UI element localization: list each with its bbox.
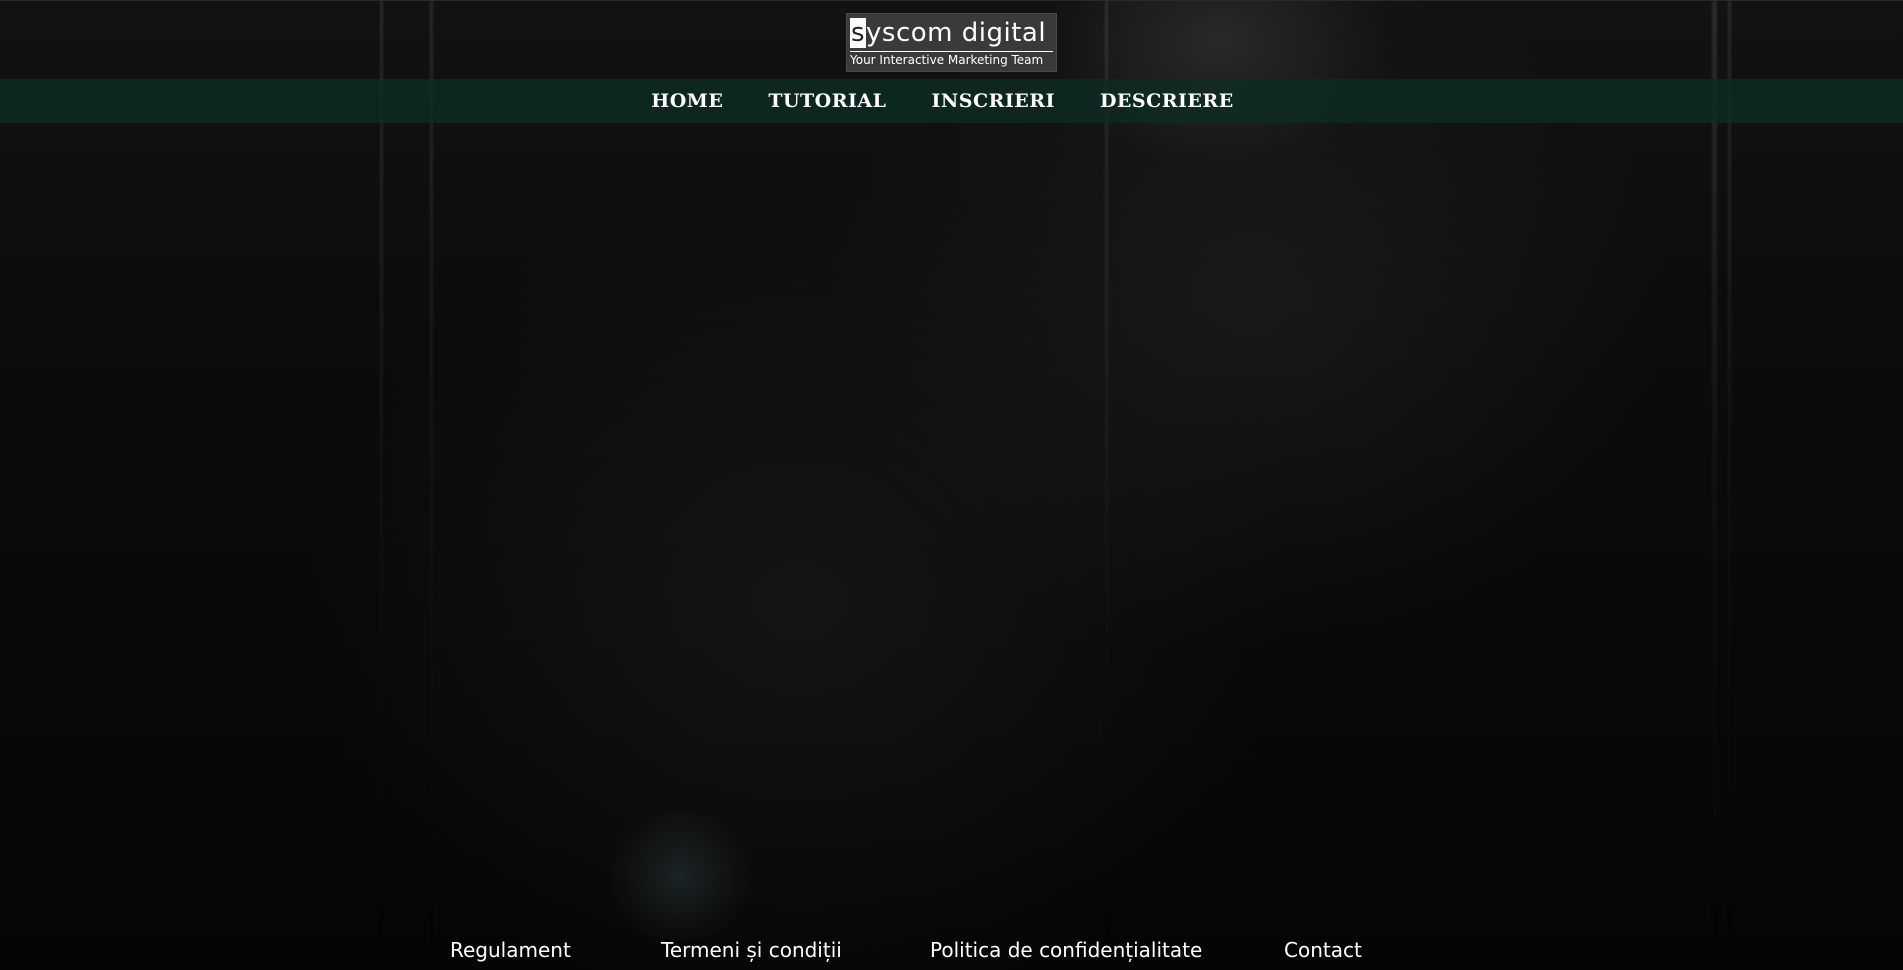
nav-item-tutorial[interactable]: TUTORIAL bbox=[768, 90, 886, 112]
nav-item-home[interactable]: HOME bbox=[651, 90, 723, 112]
logo-divider bbox=[850, 51, 1053, 52]
light-streak bbox=[1105, 1, 1108, 970]
light-streak bbox=[1712, 1, 1717, 970]
footer-link-contact[interactable]: Contact bbox=[1284, 938, 1362, 962]
light-streak bbox=[1728, 1, 1731, 970]
light-streak bbox=[430, 1, 433, 970]
logo-title-first-letter: s bbox=[850, 18, 867, 48]
main-navigation: HOME TUTORIAL INSCRIERI DESCRIERE bbox=[0, 79, 1903, 123]
logo-title: syscom digital bbox=[850, 17, 1046, 49]
background-image bbox=[0, 0, 1903, 970]
footer-link-regulament[interactable]: Regulament bbox=[450, 938, 571, 962]
nav-item-descriere[interactable]: DESCRIERE bbox=[1100, 90, 1234, 112]
footer: Regulament Termeni și condiții Politica … bbox=[0, 930, 1903, 970]
nav-list: HOME TUTORIAL INSCRIERI DESCRIERE bbox=[0, 79, 1903, 123]
logo-tagline: Your Interactive Marketing Team bbox=[850, 53, 1044, 67]
site-logo[interactable]: syscom digital Your Interactive Marketin… bbox=[846, 13, 1057, 72]
nav-item-inscrieri[interactable]: INSCRIERI bbox=[932, 90, 1055, 112]
footer-link-politica[interactable]: Politica de confidențialitate bbox=[930, 938, 1202, 962]
footer-link-termeni[interactable]: Termeni și condiții bbox=[661, 938, 842, 962]
light-streak bbox=[380, 1, 383, 970]
logo-title-rest: yscom digital bbox=[866, 18, 1047, 48]
bokeh-glow bbox=[600, 811, 760, 941]
